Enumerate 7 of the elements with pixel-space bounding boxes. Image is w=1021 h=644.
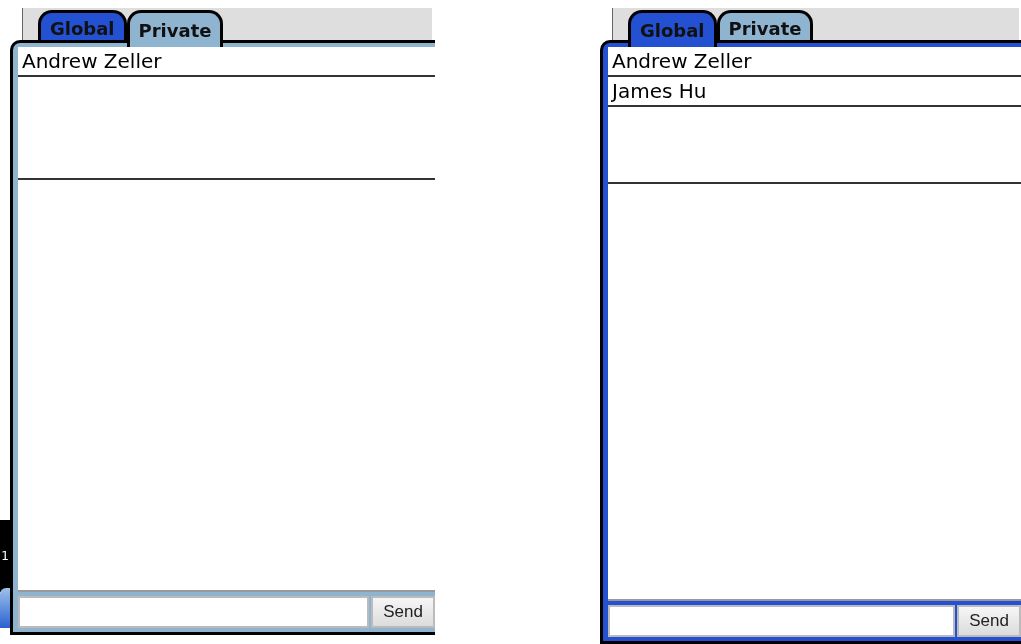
user-name[interactable]: Andrew Zeller (18, 47, 435, 77)
send-button[interactable]: Send (371, 596, 435, 628)
edge-text: 1 (1, 550, 9, 562)
send-button[interactable]: Send (957, 605, 1021, 637)
user-name[interactable]: James Hu (608, 77, 1021, 107)
tab[interactable]: Private (126, 10, 224, 47)
user-name[interactable]: Andrew Zeller (608, 47, 1021, 77)
